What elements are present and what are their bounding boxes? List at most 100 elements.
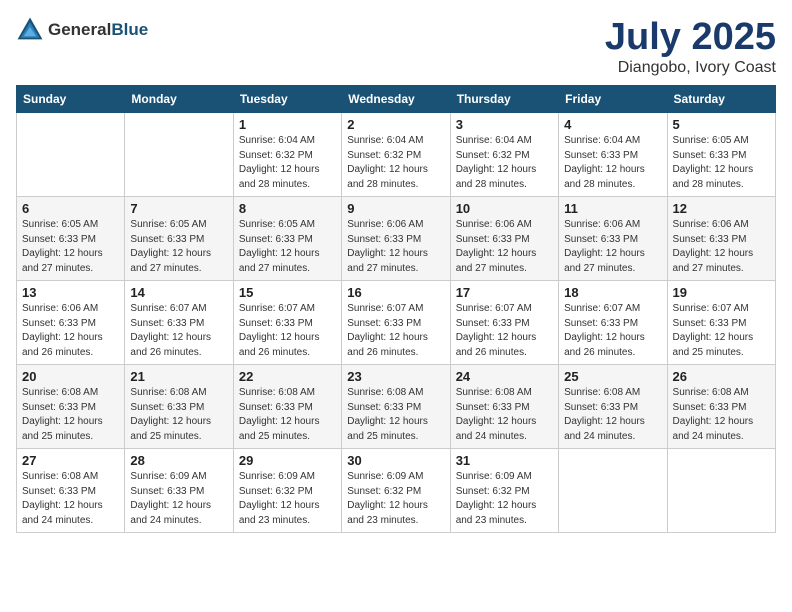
day-number: 30 <box>347 453 444 468</box>
calendar-cell: 29 Sunrise: 6:09 AM Sunset: 6:32 PM Dayli… <box>233 449 341 533</box>
calendar-cell: 19 Sunrise: 6:07 AM Sunset: 6:33 PM Dayli… <box>667 281 775 365</box>
day-info: Sunrise: 6:09 AM Sunset: 6:32 PM Dayligh… <box>347 470 444 528</box>
calendar-cell: 12 Sunrise: 6:06 AM Sunset: 6:33 PM Dayli… <box>667 197 775 281</box>
day-info: Sunrise: 6:04 AM Sunset: 6:32 PM Dayligh… <box>456 134 553 192</box>
weekday-header: Tuesday <box>233 86 341 113</box>
day-number: 19 <box>673 285 770 300</box>
calendar-cell: 7Sunrise: 6:05 AM Sunset: 6:33 PM Daylig… <box>125 197 233 281</box>
weekday-header: Friday <box>559 86 667 113</box>
day-info: Sunrise: 6:08 AM Sunset: 6:33 PM Dayligh… <box>347 386 444 444</box>
day-info: Sunrise: 6:06 AM Sunset: 6:33 PM Dayligh… <box>673 218 770 276</box>
day-number: 4 <box>564 117 661 132</box>
day-number: 11 <box>564 201 661 216</box>
calendar-cell: 2 Sunrise: 6:04 AM Sunset: 6:32 PM Daylig… <box>342 113 450 197</box>
day-info: Sunrise: 6:09 AM Sunset: 6:32 PM Dayligh… <box>456 470 553 528</box>
calendar-week-row: 13 Sunrise: 6:06 AM Sunset: 6:33 PM Dayli… <box>17 281 776 365</box>
day-info: Sunrise: 6:08 AM Sunset: 6:33 PM Dayligh… <box>673 386 770 444</box>
day-number: 23 <box>347 369 444 384</box>
day-number: 12 <box>673 201 770 216</box>
calendar-cell: 28Sunrise: 6:09 AM Sunset: 6:33 PM Dayli… <box>125 449 233 533</box>
calendar-cell: 24 Sunrise: 6:08 AM Sunset: 6:33 PM Dayli… <box>450 365 558 449</box>
day-info: Sunrise: 6:08 AM Sunset: 6:33 PM Dayligh… <box>239 386 336 444</box>
calendar-cell: 9 Sunrise: 6:06 AM Sunset: 6:33 PM Daylig… <box>342 197 450 281</box>
day-info: Sunrise: 6:07 AM Sunset: 6:33 PM Dayligh… <box>130 302 227 360</box>
logo-icon <box>16 16 44 44</box>
day-number: 7 <box>130 201 227 216</box>
calendar-cell: 18 Sunrise: 6:07 AM Sunset: 6:33 PM Dayli… <box>559 281 667 365</box>
day-number: 25 <box>564 369 661 384</box>
calendar-cell: 13 Sunrise: 6:06 AM Sunset: 6:33 PM Dayli… <box>17 281 125 365</box>
day-info: Sunrise: 6:09 AM Sunset: 6:32 PM Dayligh… <box>239 470 336 528</box>
weekday-header: Thursday <box>450 86 558 113</box>
day-info: Sunrise: 6:04 AM Sunset: 6:32 PM Dayligh… <box>239 134 336 192</box>
calendar-cell: 23 Sunrise: 6:08 AM Sunset: 6:33 PM Dayli… <box>342 365 450 449</box>
weekday-header: Monday <box>125 86 233 113</box>
day-number: 10 <box>456 201 553 216</box>
day-number: 20 <box>22 369 119 384</box>
day-info: Sunrise: 6:08 AM Sunset: 6:33 PM Dayligh… <box>564 386 661 444</box>
day-info: Sunrise: 6:08 AM Sunset: 6:33 PM Dayligh… <box>130 386 227 444</box>
day-info: Sunrise: 6:07 AM Sunset: 6:33 PM Dayligh… <box>239 302 336 360</box>
day-info: Sunrise: 6:05 AM Sunset: 6:33 PM Dayligh… <box>22 218 119 276</box>
day-info: Sunrise: 6:07 AM Sunset: 6:33 PM Dayligh… <box>456 302 553 360</box>
day-info: Sunrise: 6:06 AM Sunset: 6:33 PM Dayligh… <box>456 218 553 276</box>
calendar-cell: 4 Sunrise: 6:04 AM Sunset: 6:33 PM Daylig… <box>559 113 667 197</box>
calendar-cell <box>17 113 125 197</box>
calendar-cell: 17 Sunrise: 6:07 AM Sunset: 6:33 PM Dayli… <box>450 281 558 365</box>
day-number: 18 <box>564 285 661 300</box>
calendar-table: SundayMondayTuesdayWednesdayThursdayFrid… <box>16 85 776 533</box>
calendar-cell: 10 Sunrise: 6:06 AM Sunset: 6:33 PM Dayli… <box>450 197 558 281</box>
day-number: 21 <box>130 369 227 384</box>
calendar-cell: 1 Sunrise: 6:04 AM Sunset: 6:32 PM Daylig… <box>233 113 341 197</box>
day-number: 17 <box>456 285 553 300</box>
day-number: 6 <box>22 201 119 216</box>
day-number: 28 <box>130 453 227 468</box>
calendar-cell: 6 Sunrise: 6:05 AM Sunset: 6:33 PM Daylig… <box>17 197 125 281</box>
day-number: 24 <box>456 369 553 384</box>
calendar-cell: 26Sunrise: 6:08 AM Sunset: 6:33 PM Dayli… <box>667 365 775 449</box>
day-info: Sunrise: 6:07 AM Sunset: 6:33 PM Dayligh… <box>564 302 661 360</box>
day-number: 2 <box>347 117 444 132</box>
day-number: 8 <box>239 201 336 216</box>
title-area: July 2025 Diangobo, Ivory Coast <box>605 16 776 77</box>
day-info: Sunrise: 6:08 AM Sunset: 6:33 PM Dayligh… <box>22 386 119 444</box>
calendar-cell: 27 Sunrise: 6:08 AM Sunset: 6:33 PM Dayli… <box>17 449 125 533</box>
day-info: Sunrise: 6:06 AM Sunset: 6:33 PM Dayligh… <box>22 302 119 360</box>
calendar-cell: 14 Sunrise: 6:07 AM Sunset: 6:33 PM Dayli… <box>125 281 233 365</box>
calendar-cell: 25 Sunrise: 6:08 AM Sunset: 6:33 PM Dayli… <box>559 365 667 449</box>
calendar-week-row: 20 Sunrise: 6:08 AM Sunset: 6:33 PM Dayli… <box>17 365 776 449</box>
day-info: Sunrise: 6:08 AM Sunset: 6:33 PM Dayligh… <box>22 470 119 528</box>
weekday-header: Saturday <box>667 86 775 113</box>
calendar-week-row: 6 Sunrise: 6:05 AM Sunset: 6:33 PM Daylig… <box>17 197 776 281</box>
month-year-title: July 2025 <box>605 16 776 59</box>
day-number: 5 <box>673 117 770 132</box>
day-number: 27 <box>22 453 119 468</box>
calendar-cell: 5Sunrise: 6:05 AM Sunset: 6:33 PM Daylig… <box>667 113 775 197</box>
calendar-cell: 22Sunrise: 6:08 AM Sunset: 6:33 PM Dayli… <box>233 365 341 449</box>
day-info: Sunrise: 6:04 AM Sunset: 6:32 PM Dayligh… <box>347 134 444 192</box>
calendar-cell <box>125 113 233 197</box>
day-number: 3 <box>456 117 553 132</box>
calendar-cell: 11Sunrise: 6:06 AM Sunset: 6:33 PM Dayli… <box>559 197 667 281</box>
day-info: Sunrise: 6:08 AM Sunset: 6:33 PM Dayligh… <box>456 386 553 444</box>
calendar-cell <box>667 449 775 533</box>
logo-text: GeneralBlue <box>48 21 148 39</box>
day-number: 15 <box>239 285 336 300</box>
calendar-cell: 8 Sunrise: 6:05 AM Sunset: 6:33 PM Daylig… <box>233 197 341 281</box>
day-number: 1 <box>239 117 336 132</box>
day-number: 9 <box>347 201 444 216</box>
day-info: Sunrise: 6:04 AM Sunset: 6:33 PM Dayligh… <box>564 134 661 192</box>
day-info: Sunrise: 6:07 AM Sunset: 6:33 PM Dayligh… <box>673 302 770 360</box>
calendar-cell: 21 Sunrise: 6:08 AM Sunset: 6:33 PM Dayli… <box>125 365 233 449</box>
day-number: 29 <box>239 453 336 468</box>
day-number: 13 <box>22 285 119 300</box>
day-info: Sunrise: 6:05 AM Sunset: 6:33 PM Dayligh… <box>239 218 336 276</box>
weekday-header: Wednesday <box>342 86 450 113</box>
day-number: 14 <box>130 285 227 300</box>
calendar-cell: 16Sunrise: 6:07 AM Sunset: 6:33 PM Dayli… <box>342 281 450 365</box>
calendar-cell <box>559 449 667 533</box>
calendar-week-row: 1 Sunrise: 6:04 AM Sunset: 6:32 PM Daylig… <box>17 113 776 197</box>
calendar-cell: 3 Sunrise: 6:04 AM Sunset: 6:32 PM Daylig… <box>450 113 558 197</box>
day-info: Sunrise: 6:06 AM Sunset: 6:33 PM Dayligh… <box>347 218 444 276</box>
calendar-cell: 20 Sunrise: 6:08 AM Sunset: 6:33 PM Dayli… <box>17 365 125 449</box>
